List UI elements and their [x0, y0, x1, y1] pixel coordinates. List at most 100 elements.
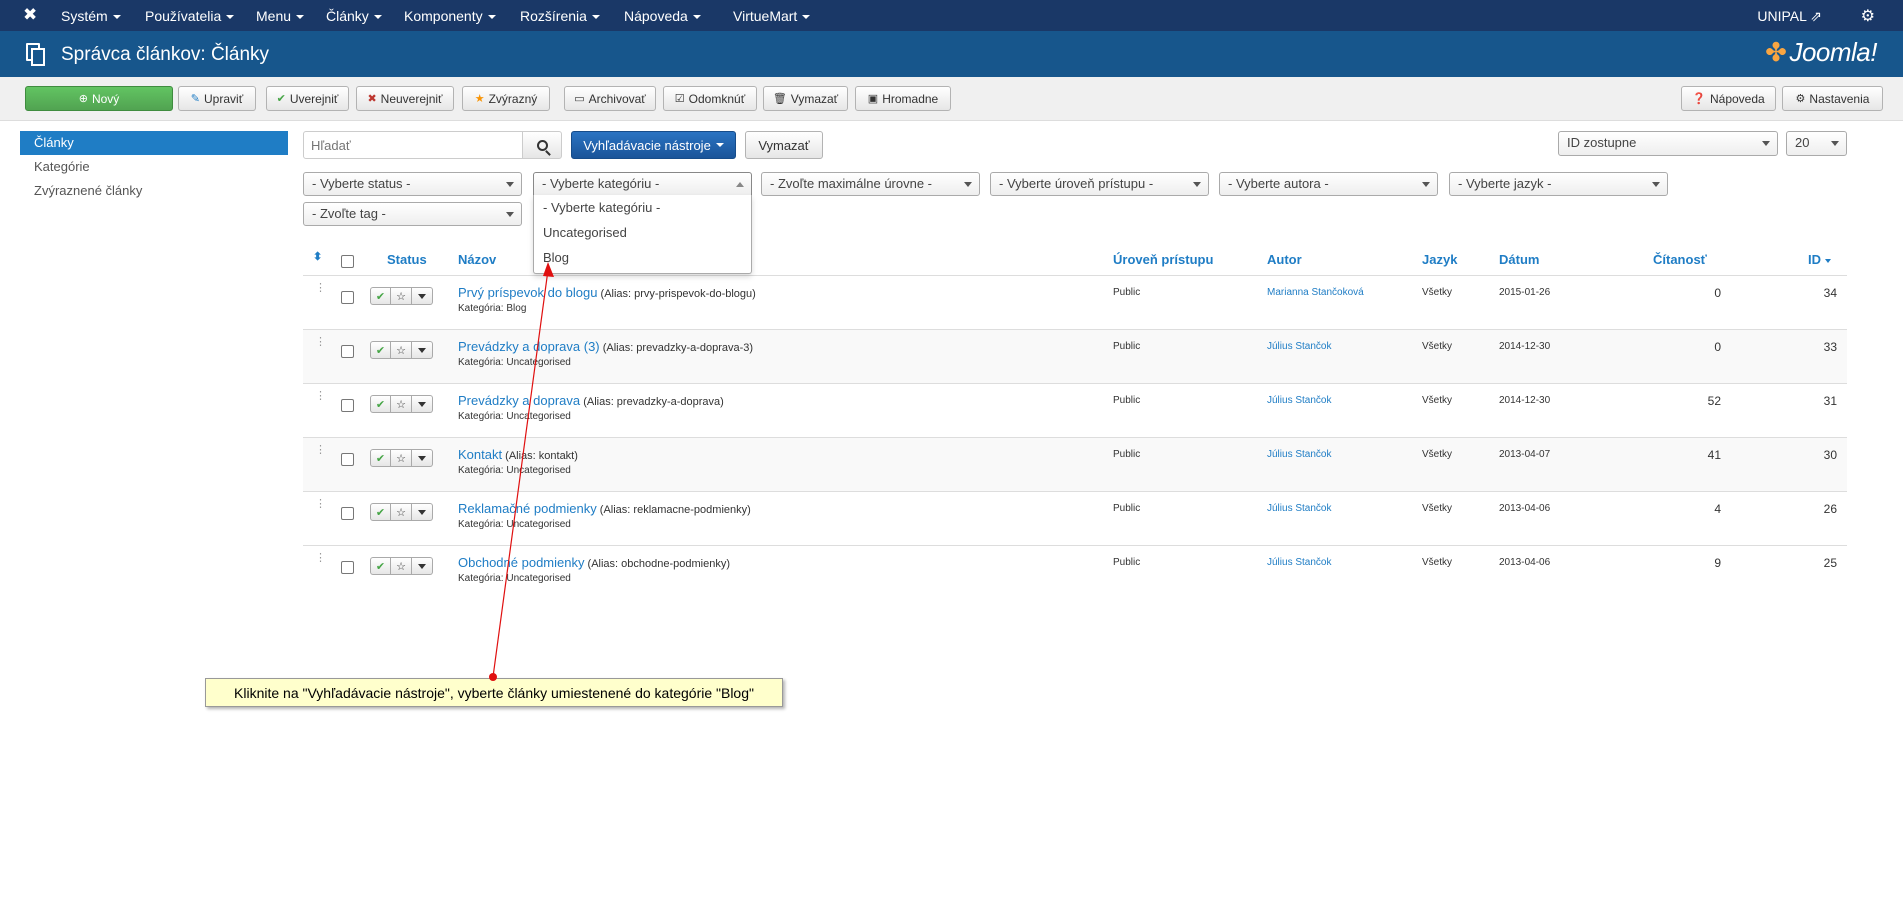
author-link[interactable]: Július Stančok [1267, 341, 1331, 352]
author-link[interactable]: Július Stančok [1267, 557, 1331, 568]
article-title-link[interactable]: Prvý príspevok do blogu [458, 285, 597, 300]
featured-star-icon[interactable]: ☆ [391, 341, 412, 359]
filter-access[interactable]: - Vyberte úroveň prístupu - [990, 172, 1209, 196]
menu-users[interactable]: Používatelia [145, 8, 235, 24]
column-language[interactable]: Jazyk [1422, 252, 1457, 267]
publish-button[interactable]: ✔ Uverejniť [266, 86, 349, 111]
sort-ordering-icon[interactable]: ⬍ [313, 250, 322, 263]
column-title[interactable]: Názov [458, 252, 496, 267]
column-author[interactable]: Autor [1267, 252, 1302, 267]
menu-users-label: Používatelia [145, 8, 222, 24]
sidebar-item-featured[interactable]: Zvýraznené články [20, 179, 288, 203]
article-title-link[interactable]: Prevádzky a doprava [458, 393, 580, 408]
select-all-checkbox[interactable] [341, 255, 354, 268]
batch-button[interactable]: ▣ Hromadne [855, 86, 951, 111]
author-link[interactable]: Július Stančok [1267, 503, 1331, 514]
row-checkbox[interactable] [341, 507, 354, 520]
category-option[interactable]: - Vyberte kategóriu - [534, 195, 751, 220]
row-checkbox[interactable] [341, 453, 354, 466]
row-checkbox[interactable] [341, 561, 354, 574]
column-id[interactable]: ID [1808, 252, 1831, 267]
table-row: ⋮ ✔ ☆ Prvý príspevok do blogu (Alias: prv… [303, 276, 1847, 330]
limit-select[interactable]: 20 [1786, 131, 1847, 156]
row-checkbox[interactable] [341, 399, 354, 412]
article-alias: (Alias: reklamacne-podmienky) [599, 504, 751, 516]
clear-button[interactable]: Vymazať [745, 131, 823, 159]
gear-icon[interactable]: ⚙ [1861, 6, 1875, 26]
featured-star-icon[interactable]: ☆ [391, 557, 412, 575]
help-button[interactable]: ❓ Nápoveda [1681, 86, 1776, 111]
column-status[interactable]: Status [387, 252, 427, 267]
published-check-icon[interactable]: ✔ [370, 287, 391, 305]
menu-content[interactable]: Články [326, 8, 382, 24]
actions-dropdown-button[interactable] [412, 395, 433, 413]
menu-extensions[interactable]: Rozšírenia [520, 8, 600, 24]
drag-handle-icon[interactable]: ⋮ [315, 445, 326, 456]
featured-star-icon[interactable]: ☆ [391, 287, 412, 305]
drag-handle-icon[interactable]: ⋮ [315, 499, 326, 510]
options-button[interactable]: ⚙ Nastavenia [1782, 86, 1883, 111]
ordering-select[interactable]: ID zostupne [1558, 131, 1778, 156]
feature-button[interactable]: ★ Zvýrazný [462, 86, 550, 111]
id-cell: 30 [1823, 448, 1837, 462]
site-link[interactable]: UNIPAL ⇗ [1757, 8, 1822, 25]
column-date[interactable]: Dátum [1499, 252, 1539, 267]
actions-dropdown-button[interactable] [412, 341, 433, 359]
actions-dropdown-button[interactable] [412, 287, 433, 305]
sidebar-item-articles[interactable]: Články [20, 131, 288, 155]
category-option[interactable]: Uncategorised [534, 220, 751, 245]
article-title-link[interactable]: Obchodné podmienky [458, 555, 584, 570]
menu-components[interactable]: Komponenty [404, 8, 496, 24]
published-check-icon[interactable]: ✔ [370, 341, 391, 359]
drag-handle-icon[interactable]: ⋮ [315, 283, 326, 294]
actions-dropdown-button[interactable] [412, 449, 433, 467]
actions-dropdown-button[interactable] [412, 557, 433, 575]
filter-level[interactable]: - Zvoľte maximálne úrovne - [761, 172, 980, 196]
featured-star-icon[interactable]: ☆ [391, 395, 412, 413]
column-access[interactable]: Úroveň prístupu [1113, 252, 1213, 267]
trash-button[interactable]: 🗑 Vymazať [763, 86, 848, 111]
search-button[interactable] [522, 131, 562, 159]
new-button[interactable]: ⊕ Nový [25, 86, 173, 111]
archive-icon: ▭ [574, 93, 585, 105]
author-link[interactable]: Július Stančok [1267, 395, 1331, 406]
actions-dropdown-button[interactable] [412, 503, 433, 521]
filter-tag[interactable]: - Zvoľte tag - [303, 202, 522, 226]
article-title-link[interactable]: Reklamačné podmienky [458, 501, 597, 516]
featured-star-icon[interactable]: ☆ [391, 503, 412, 521]
joomla-logo-icon[interactable]: ✖ [23, 6, 37, 24]
unpublish-button[interactable]: ✖ Neuverejniť [356, 86, 454, 111]
published-check-icon[interactable]: ✔ [370, 449, 391, 467]
article-title-link[interactable]: Prevádzky a doprava (3) [458, 339, 600, 354]
archive-button[interactable]: ▭ Archivovať [564, 86, 656, 111]
category-option-blog[interactable]: Blog [534, 245, 751, 270]
author-link[interactable]: Július Stančok [1267, 449, 1331, 460]
published-check-icon[interactable]: ✔ [370, 395, 391, 413]
sidebar-item-categories[interactable]: Kategórie [20, 155, 288, 179]
drag-handle-icon[interactable]: ⋮ [315, 337, 326, 348]
published-check-icon[interactable]: ✔ [370, 503, 391, 521]
filter-category[interactable]: - Vyberte kategóriu - [533, 172, 752, 196]
row-checkbox[interactable] [341, 345, 354, 358]
checkin-button[interactable]: ☑ Odomknúť [663, 86, 757, 111]
filter-status[interactable]: - Vyberte status - [303, 172, 522, 196]
column-hits[interactable]: Čítanosť [1653, 252, 1707, 267]
author-link[interactable]: Marianna Stančoková [1267, 287, 1364, 298]
published-check-icon[interactable]: ✔ [370, 557, 391, 575]
search-tools-button[interactable]: Vyhľadávacie nástroje [571, 131, 736, 159]
drag-handle-icon[interactable]: ⋮ [315, 391, 326, 402]
search-input[interactable] [303, 131, 523, 159]
edit-button[interactable]: ✎ Upraviť [178, 86, 256, 111]
publish-button-label: Uverejniť [289, 91, 339, 106]
category-dropdown-list: - Vyberte kategóriu - Uncategorised Blog [533, 195, 752, 274]
filter-language[interactable]: - Vyberte jazyk - [1449, 172, 1668, 196]
row-checkbox[interactable] [341, 291, 354, 304]
menu-help[interactable]: Nápoveda [624, 8, 701, 24]
filter-author[interactable]: - Vyberte autora - [1219, 172, 1438, 196]
featured-star-icon[interactable]: ☆ [391, 449, 412, 467]
article-title-link[interactable]: Kontakt [458, 447, 502, 462]
menu-system[interactable]: Systém [61, 8, 121, 24]
menu-menus[interactable]: Menu [256, 8, 305, 24]
menu-virtuemart[interactable]: VirtueMart [733, 8, 811, 24]
drag-handle-icon[interactable]: ⋮ [315, 553, 326, 564]
